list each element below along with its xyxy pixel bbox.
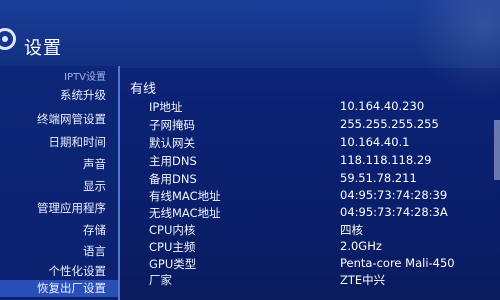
info-value-wired-mac: 04:95:73:74:28:39: [340, 188, 448, 202]
page-title: 设置: [24, 38, 62, 59]
info-label-ip: IP地址: [149, 100, 183, 114]
sidebar-item-display[interactable]: 显示: [83, 178, 106, 194]
info-value-gateway: 10.164.40.1: [340, 135, 410, 149]
info-label-cpu-cores: CPU内核: [149, 223, 196, 237]
info-label-subnet: 子网掩码: [149, 118, 195, 132]
sidebar-item-language[interactable]: 语言: [83, 243, 106, 259]
screen-edge-bar: [494, 120, 500, 180]
sidebar-item-system-upgrade[interactable]: 系统升级: [60, 87, 106, 103]
sidebar-item-storage[interactable]: 存储: [83, 222, 106, 238]
info-value-wireless-mac: 04:95:73:74:28:3A: [340, 205, 448, 219]
info-label-secondary-dns: 备用DNS: [149, 172, 197, 186]
sidebar-item-manage-apps[interactable]: 管理应用程序: [37, 200, 106, 216]
info-value-secondary-dns: 59.51.78.211: [340, 171, 417, 185]
info-label-manufacturer: 厂家: [149, 273, 172, 287]
info-value-cpu-cores: 四核: [340, 223, 363, 237]
sidebar-item-factory-reset[interactable]: 恢复出厂设置: [0, 280, 118, 297]
info-value-ip: 10.164.40.230: [340, 99, 425, 113]
header-bar: 设置: [0, 0, 500, 68]
info-label-gpu-type: GPU类型: [149, 257, 197, 271]
info-label-gateway: 默认网关: [149, 136, 195, 150]
sidebar-item-terminal-management[interactable]: 终端网管设置: [37, 111, 106, 127]
sidebar-item-personalization[interactable]: 个性化设置: [49, 263, 107, 279]
info-label-cpu-frequency: CPU主频: [149, 240, 196, 254]
section-title-wired: 有线: [130, 82, 157, 97]
settings-sidebar: IPTV设置 系统升级 终端网管设置 日期和时间 声音 显示 管理应用程序 存储…: [0, 66, 118, 300]
sidebar-item-sound[interactable]: 声音: [83, 156, 106, 172]
gear-icon: [0, 28, 16, 50]
info-value-cpu-frequency: 2.0GHz: [340, 239, 382, 253]
settings-screen: 设置 IPTV设置 系统升级 终端网管设置 日期和时间 声音 显示 管理应用程序…: [0, 0, 500, 300]
sidebar-item-iptv-settings[interactable]: IPTV设置: [64, 68, 106, 83]
info-label-wireless-mac: 无线MAC地址: [149, 206, 221, 220]
info-value-subnet: 255.255.255.255: [340, 117, 439, 131]
info-value-primary-dns: 118.118.118.29: [340, 153, 432, 167]
info-value-gpu-type: Penta-core Mali-450: [340, 256, 455, 270]
info-value-manufacturer: ZTE中兴: [340, 273, 386, 287]
info-label-primary-dns: 主用DNS: [149, 154, 197, 168]
network-info-panel: 有线 IP地址 10.164.40.230 子网掩码 255.255.255.2…: [120, 66, 500, 300]
sidebar-item-date-time[interactable]: 日期和时间: [49, 134, 107, 150]
info-label-wired-mac: 有线MAC地址: [149, 189, 221, 203]
